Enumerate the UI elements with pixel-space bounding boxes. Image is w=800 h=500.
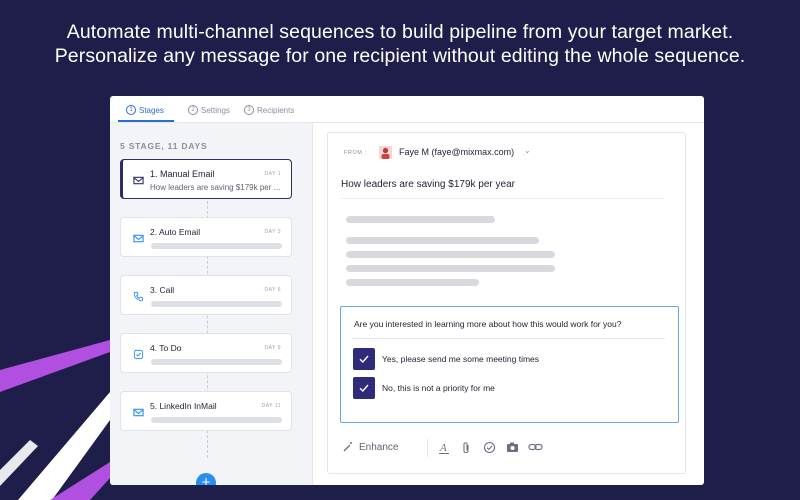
checkbox[interactable] [353, 377, 375, 399]
camera-icon[interactable] [505, 441, 519, 455]
tab-stages[interactable]: 1 Stages [126, 102, 164, 118]
mail-icon [133, 176, 144, 185]
body-placeholder-bar [346, 216, 495, 223]
stage-day: DAY 1 [264, 171, 281, 177]
poll-option-label: Yes, please send me some meeting times [382, 354, 540, 364]
stages-panel: 5 STAGE, 11 DAYS 1. Manual Email DAY 1 H… [110, 123, 313, 485]
poll-option-no[interactable]: No, this is not a priority for me [353, 376, 495, 400]
sequence-editor-window: 1 Stages 2 Settings 3 Recipients 5 STAGE… [110, 96, 704, 485]
stage-subtitle: How leaders are saving $179k per ... [150, 183, 281, 192]
poll-block: Are you interested in learning more abou… [340, 306, 679, 423]
todo-check-icon [133, 349, 144, 360]
stage-title: 3. Call [150, 285, 175, 295]
body-placeholder-bar [346, 251, 555, 258]
stage-day: DAY 9 [264, 345, 281, 351]
headline-line-1: Automate multi-channel sequences to buil… [66, 21, 734, 43]
stage-day: DAY 11 [261, 403, 281, 409]
headline-line-2: Personalize any message for one recipien… [54, 45, 746, 67]
stage-card-call[interactable]: 3. Call DAY 6 [120, 275, 292, 315]
email-editor: FROM : Faye M (faye@mixmax.com) ⌄ How le… [327, 132, 686, 474]
mail-icon [133, 234, 144, 243]
body-placeholder-bar [346, 279, 479, 286]
checkmark-icon [359, 355, 369, 364]
poll-option-yes[interactable]: Yes, please send me some meeting times [353, 347, 539, 371]
subject-divider [341, 198, 664, 199]
mail-icon [133, 408, 144, 417]
stage-placeholder-bar [151, 243, 282, 249]
chevron-down-icon[interactable]: ⌄ [524, 146, 531, 155]
from-label: FROM : [344, 150, 367, 156]
body-placeholder-bar [346, 237, 539, 244]
tab-label: Settings [201, 105, 230, 115]
tab-settings[interactable]: 2 Settings [188, 102, 230, 118]
stage-title: 5. LinkedIn InMail [150, 401, 217, 411]
poll-question: Are you interested in learning more abou… [354, 319, 622, 329]
enhance-button[interactable]: Enhance [359, 442, 398, 453]
tab-recipients[interactable]: 3 Recipients [244, 102, 294, 118]
tab-number-badge: 3 [244, 105, 254, 115]
stage-card-linkedin-inmail[interactable]: 5. LinkedIn InMail DAY 11 [120, 391, 292, 431]
body-placeholder-bar [346, 265, 555, 272]
stage-placeholder-bar [151, 301, 282, 307]
poll-divider [352, 338, 665, 339]
avatar [379, 146, 392, 159]
tab-number-badge: 1 [126, 105, 136, 115]
tab-label: Stages [139, 105, 164, 115]
stage-placeholder-bar [151, 417, 282, 423]
subject-field[interactable]: How leaders are saving $179k per year [341, 179, 515, 190]
toolbar-divider [427, 439, 428, 457]
stage-title: 2. Auto Email [150, 227, 201, 237]
add-stage-button[interactable]: + [196, 473, 216, 485]
tab-bar: 1 Stages 2 Settings 3 Recipients [110, 96, 704, 123]
from-sender-select[interactable]: Faye M (faye@mixmax.com) [399, 147, 514, 157]
checkmark-icon [359, 384, 369, 393]
stage-summary: 5 STAGE, 11 DAYS [120, 141, 208, 151]
marketing-headline: Automate multi-channel sequences to buil… [0, 20, 800, 68]
tab-label: Recipients [257, 105, 295, 115]
poll-option-label: No, this is not a priority for me [382, 383, 495, 393]
stage-title: 4. To Do [150, 343, 182, 353]
phone-icon [133, 291, 144, 302]
text-format-icon[interactable]: A [437, 441, 451, 455]
svg-text:A: A [439, 442, 447, 454]
paperclip-icon[interactable] [459, 441, 473, 455]
editor-toolbar: Enhance A [341, 436, 671, 460]
stage-title: 1. Manual Email [150, 169, 215, 179]
stage-card-manual-email[interactable]: 1. Manual Email DAY 1 How leaders are sa… [120, 159, 292, 199]
tab-number-badge: 2 [188, 105, 198, 115]
stage-card-to-do[interactable]: 4. To Do DAY 9 [120, 333, 292, 373]
stage-day: DAY 6 [264, 287, 281, 293]
link-icon[interactable] [528, 441, 543, 455]
active-tab-indicator [118, 120, 174, 122]
stage-day: DAY 3 [264, 229, 281, 235]
stage-placeholder-bar [151, 359, 282, 365]
magic-wand-icon[interactable] [341, 441, 355, 455]
check-circle-icon[interactable] [482, 441, 496, 455]
stage-card-auto-email[interactable]: 2. Auto Email DAY 3 [120, 217, 292, 257]
checkbox[interactable] [353, 348, 375, 370]
